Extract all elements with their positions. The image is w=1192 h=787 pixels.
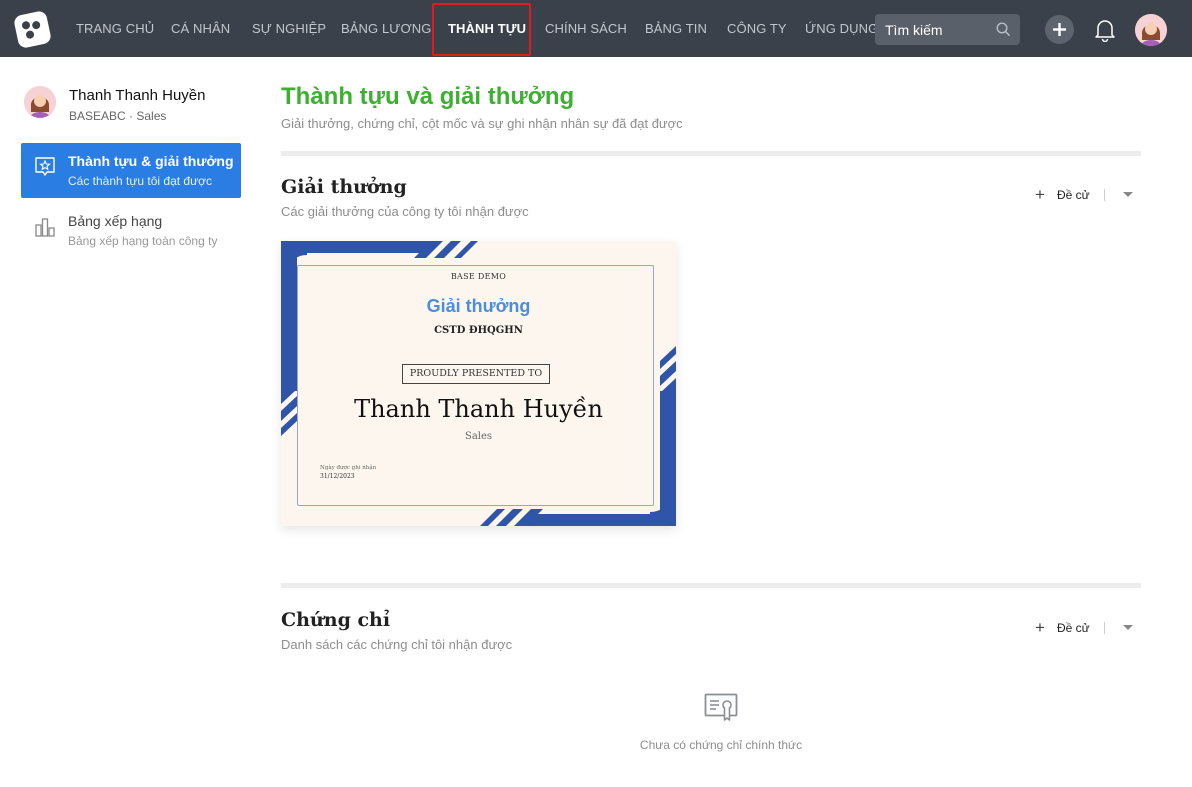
sidebar-item-subtitle: Các thành tựu tôi đạt được: [68, 174, 213, 188]
certificate-icon: [704, 693, 738, 721]
section-divider: [281, 151, 1141, 156]
empty-state-text: Chưa có chứng chỉ chính thức: [639, 738, 803, 752]
award-star-icon: [35, 157, 55, 176]
certificate-org: BASE DEMO: [450, 272, 507, 281]
create-button[interactable]: [1045, 15, 1074, 44]
search-box: [875, 14, 1020, 45]
page-title: Thành tựu và giải thưởng: [281, 83, 575, 110]
top-navbar: TRANG CHỦ CÁ NHÂN SỰ NGHIỆP BẢNG LƯƠNG T…: [0, 0, 1192, 57]
certificate-date-label: Ngày được ghi nhận: [320, 465, 377, 471]
certificate-award-title: Giải thưởng: [426, 296, 531, 316]
nav-item-apps[interactable]: ỨNG DỤNG: [805, 0, 878, 57]
nav-item-policy[interactable]: CHÍNH SÁCH: [545, 0, 627, 57]
certificate-presented-label: PROUDLY PRESENTED TO: [402, 364, 550, 384]
nav-item-newsfeed[interactable]: BẢNG TIN: [645, 0, 707, 57]
profile-avatar: [24, 86, 56, 118]
plus-icon[interactable]: +: [1035, 186, 1045, 203]
certs-section-title: Chứng chỉ: [281, 609, 391, 631]
avatar[interactable]: [1135, 14, 1167, 46]
sidebar-item-ranking[interactable]: Bảng xếp hạng Bảng xếp hạng toàn công ty: [21, 203, 241, 258]
active-nav-highlight: [432, 3, 531, 56]
dropdown-caret-icon[interactable]: [1123, 192, 1133, 197]
certs-section-subtitle: Danh sách các chứng chỉ tôi nhận được: [281, 637, 513, 652]
nav-item-home[interactable]: TRANG CHỦ: [76, 0, 154, 57]
profile-name: Thanh Thanh Huyền: [69, 87, 206, 104]
nominate-button[interactable]: Đề cử: [1057, 621, 1090, 635]
award-certificate-card[interactable]: BASE DEMO Giải thưởng CSTD ĐHQGHN PROUDL…: [281, 241, 676, 526]
certificate-unit: CSTD ĐHQGHN: [434, 325, 523, 336]
logo-icon[interactable]: [12, 9, 53, 50]
awards-section-subtitle: Các giải thưởng của công ty tôi nhận đượ…: [281, 204, 529, 219]
profile-subtitle: BASEABC · Sales: [69, 109, 167, 123]
certificate-date: 31/12/2023: [320, 473, 355, 480]
nav-item-company[interactable]: CÔNG TY: [727, 0, 787, 57]
sidebar-item-title: Bảng xếp hạng: [68, 213, 163, 229]
search-icon[interactable]: [996, 22, 1011, 37]
separator: [1104, 622, 1105, 634]
certificate-role: Sales: [464, 431, 493, 442]
sidebar-item-title: Thành tựu & giải thưởng: [68, 153, 234, 169]
sidebar-item-achievements[interactable]: Thành tựu & giải thưởng Các thành tựu tô…: [21, 143, 241, 198]
dropdown-caret-icon[interactable]: [1123, 625, 1133, 630]
bar-chart-icon: [35, 218, 55, 237]
nav-item-career[interactable]: SỰ NGHIỆP: [252, 0, 326, 57]
bell-icon[interactable]: [1094, 18, 1116, 42]
nav-item-personal[interactable]: CÁ NHÂN: [171, 0, 230, 57]
page-subtitle: Giải thưởng, chứng chỉ, cột mốc và sự gh…: [281, 116, 683, 131]
section-divider: [281, 583, 1141, 588]
plus-icon[interactable]: +: [1035, 619, 1045, 636]
nominate-button[interactable]: Đề cử: [1057, 188, 1090, 202]
awards-section-title: Giải thưởng: [281, 176, 407, 198]
sidebar-item-subtitle: Bảng xếp hạng toàn công ty: [68, 234, 218, 248]
separator: [1104, 189, 1105, 201]
nav-item-payroll[interactable]: BẢNG LƯƠNG: [341, 0, 431, 57]
certificate-recipient: Thanh Thanh Huyền: [354, 395, 603, 423]
plus-icon: [1053, 23, 1066, 36]
